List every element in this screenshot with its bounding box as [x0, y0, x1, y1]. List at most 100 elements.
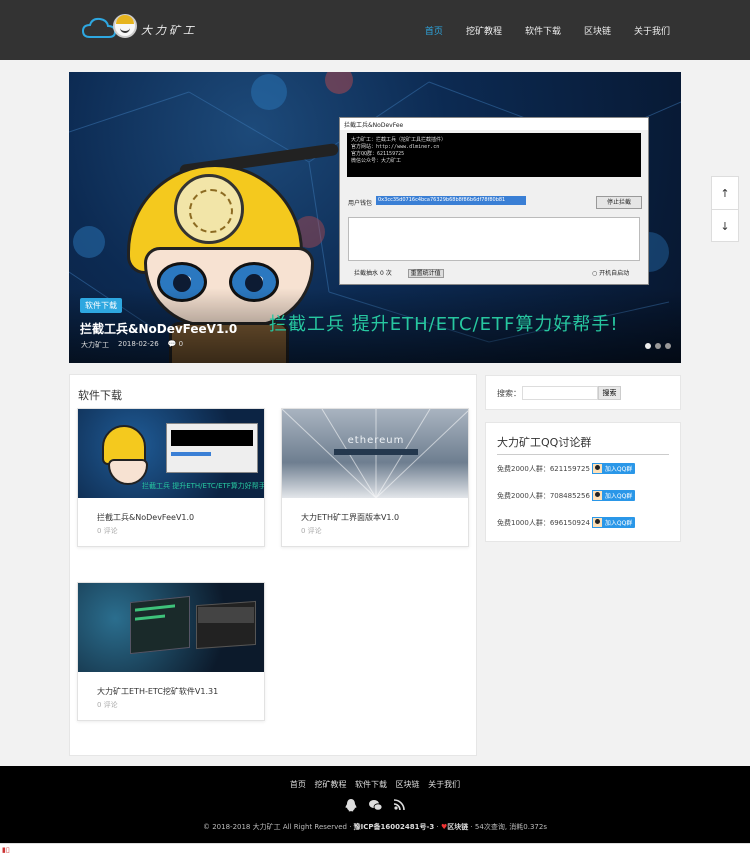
join-qq-button[interactable]: 加入QQ群: [591, 463, 636, 474]
nav-home[interactable]: 首页: [425, 24, 443, 37]
join-qq-button[interactable]: 加入QQ群: [591, 517, 636, 528]
nav-about[interactable]: 关于我们: [634, 24, 670, 37]
qq-icon[interactable]: [345, 799, 357, 815]
query-stats: · 54次查询, 消耗0.372s: [468, 823, 547, 831]
qq-group-row: 免费1000人群：696150924 加入QQ群: [497, 517, 636, 528]
footer-nav-software-download[interactable]: 软件下载: [355, 780, 387, 789]
post-list-panel: 软件下载 拦截工兵 提升ETH/ETC/ETF算力好帮手! 拦截工兵&NoDev…: [69, 374, 477, 756]
qq-group-row: 免费2000人群：621159725 加入QQ群: [497, 463, 636, 474]
cloud-logo-icon: [82, 17, 116, 39]
copyright-text: © 2018-2018 大力矿工 All Right Reserved ·: [203, 823, 354, 831]
search-input[interactable]: [522, 386, 598, 400]
app-window-screenshot: 拦截工兵&NoDevFee 大力矿工：拦截工兵（挖矿工具拦截插件） 官方网站：h…: [339, 117, 649, 285]
qq-groups-widget: 大力矿工QQ讨论群 免费2000人群：621159725 加入QQ群 免费200…: [485, 422, 681, 542]
section-title: 软件下载: [78, 389, 122, 402]
post-thumbnail[interactable]: ethereum: [282, 409, 468, 498]
banner-post-title[interactable]: 拦截工兵&NoDevFeeV1.0: [80, 320, 237, 337]
footer-nav-about[interactable]: 关于我们: [428, 780, 460, 789]
wallet-value: 0x3cc35d0716c4bca76329b68b8f86b6df78f80b…: [376, 196, 526, 205]
nav-blockchain[interactable]: 区块链: [584, 24, 611, 37]
qq-group-label: 免费2000人群：621159725: [497, 464, 590, 473]
banner-comments: 💬 0: [168, 340, 183, 350]
footer-copyright: © 2018-2018 大力矿工 All Right Reserved · 豫I…: [0, 822, 750, 832]
qq-group-row: 免费2000人群：708485256 加入QQ群: [497, 490, 636, 501]
nav-software-download[interactable]: 软件下载: [525, 24, 561, 37]
reset-stats-button: 重置统计值: [407, 269, 444, 278]
post-card[interactable]: ethereum 大力ETH矿工界面版本V1.0 0 评论: [281, 408, 469, 547]
banner-category-tag[interactable]: 软件下载: [80, 298, 122, 313]
qq-group-label: 免费2000人群：708485256: [497, 491, 590, 500]
miner-avatar-icon: [113, 14, 137, 38]
footer-nav-home[interactable]: 首页: [290, 780, 306, 789]
footer-nav: 首页 挖矿教程 软件下载 区块链 关于我们: [0, 779, 750, 790]
slider-dot[interactable]: [655, 343, 661, 349]
main-nav: 首页 挖矿教程 软件下载 区块链 关于我们: [402, 0, 670, 60]
app-window-title: 拦截工兵&NoDevFee: [340, 118, 648, 130]
wechat-icon[interactable]: [369, 799, 383, 815]
ethereum-logo-text: ethereum: [347, 435, 405, 446]
intercept-value: 0: [379, 270, 384, 277]
slider-pagination: [645, 343, 671, 349]
post-thumbnail[interactable]: 拦截工兵 提升ETH/ETC/ETF算力好帮手!: [78, 409, 264, 498]
qq-widget-title: 大力矿工QQ讨论群: [497, 436, 592, 449]
blockchain-link[interactable]: 区块链: [447, 823, 468, 831]
divider: [497, 454, 669, 455]
arrow-up-icon[interactable]: ↑: [712, 177, 738, 210]
arrow-down-icon[interactable]: ↓: [712, 210, 738, 243]
rss-icon[interactable]: [393, 799, 405, 815]
social-icons: [0, 799, 750, 815]
app-console-output: 大力矿工：拦截工兵（挖矿工具拦截插件） 官方网站：http://www.dlmi…: [347, 133, 641, 177]
search-button[interactable]: 搜索: [598, 386, 621, 400]
intercept-count: 拦截抽水 0 次 重置统计值: [354, 268, 444, 278]
post-card[interactable]: 大力矿工ETH-ETC挖矿软件V1.31 0 评论: [77, 582, 265, 721]
post-title[interactable]: 大力矿工ETH-ETC挖矿软件V1.31: [97, 686, 218, 697]
site-logo[interactable]: [82, 12, 116, 44]
slider-dot[interactable]: [665, 343, 671, 349]
post-thumbnail[interactable]: [78, 583, 264, 672]
helmet-lamp-illustration: [174, 174, 244, 244]
post-title[interactable]: 拦截工兵&NoDevFeeV1.0: [97, 512, 194, 523]
search-label: 搜索：: [497, 389, 521, 398]
nav-mining-tutorial[interactable]: 挖矿教程: [466, 24, 502, 37]
stats-widget-icon[interactable]: ▮▯: [2, 846, 10, 854]
post-title[interactable]: 大力ETH矿工界面版本V1.0: [301, 512, 399, 523]
post-comments: 0 评论: [97, 701, 118, 709]
post-comments: 0 评论: [301, 527, 322, 535]
join-qq-label: 加入QQ群: [604, 493, 633, 500]
thumbnail-caption: 拦截工兵 提升ETH/ETC/ETF算力好帮手!: [142, 482, 264, 490]
wallet-label: 用户钱包: [348, 200, 373, 207]
qq-avatar-icon: [591, 490, 603, 501]
post-card[interactable]: 拦截工兵 提升ETH/ETC/ETF算力好帮手! 拦截工兵&NoDevFeeV1…: [77, 408, 265, 547]
banner-author: 大力矿工: [81, 341, 109, 349]
site-footer: 首页 挖矿教程 软件下载 区块链 关于我们 © 2018-2018 大力矿工 A…: [0, 766, 750, 843]
banner-comment-count: 0: [178, 340, 184, 348]
app-log-area: [348, 217, 640, 261]
footer-nav-blockchain[interactable]: 区块链: [396, 780, 420, 789]
banner-date: 2018-02-26: [118, 340, 159, 348]
featured-slider[interactable]: 拦截工兵&NoDevFee 大力矿工：拦截工兵（挖矿工具拦截插件） 官方网站：h…: [69, 72, 681, 363]
site-header: 大力矿工 首页 挖矿教程 软件下载 区块链 关于我们: [0, 0, 750, 60]
qq-avatar-icon: [591, 463, 603, 474]
banner-post-meta: 大力矿工 2018-02-26 💬 0: [81, 340, 183, 350]
icp-link[interactable]: 豫ICP备16002481号-3: [354, 823, 435, 831]
post-comments: 0 评论: [97, 527, 118, 535]
autostart-option: ○ 开机自启动: [592, 270, 630, 277]
slider-dot[interactable]: [645, 343, 651, 349]
autostart-label: 开机自启动: [599, 270, 630, 277]
join-qq-label: 加入QQ群: [604, 520, 633, 527]
stop-intercept-button: 停止拦截: [596, 196, 642, 209]
search-widget: 搜索： 搜索: [485, 375, 681, 410]
join-qq-button[interactable]: 加入QQ群: [591, 490, 636, 501]
qq-group-label: 免费1000人群：696150924: [497, 518, 590, 527]
banner-slogan: 拦截工兵 提升ETH/ETC/ETF算力好帮手!: [269, 314, 619, 335]
separator: ·: [434, 823, 441, 831]
intercept-unit: 次: [385, 270, 392, 277]
qq-avatar-icon: [591, 517, 603, 528]
scroll-controls: ↑ ↓: [711, 176, 739, 242]
comment-icon: 💬: [167, 340, 177, 348]
footer-nav-mining-tutorial[interactable]: 挖矿教程: [314, 780, 346, 789]
intercept-label: 拦截抽水: [354, 270, 379, 277]
bottom-status-strip: ▮▯: [0, 843, 750, 857]
join-qq-label: 加入QQ群: [604, 466, 633, 473]
logo-text: 大力矿工: [141, 24, 197, 37]
